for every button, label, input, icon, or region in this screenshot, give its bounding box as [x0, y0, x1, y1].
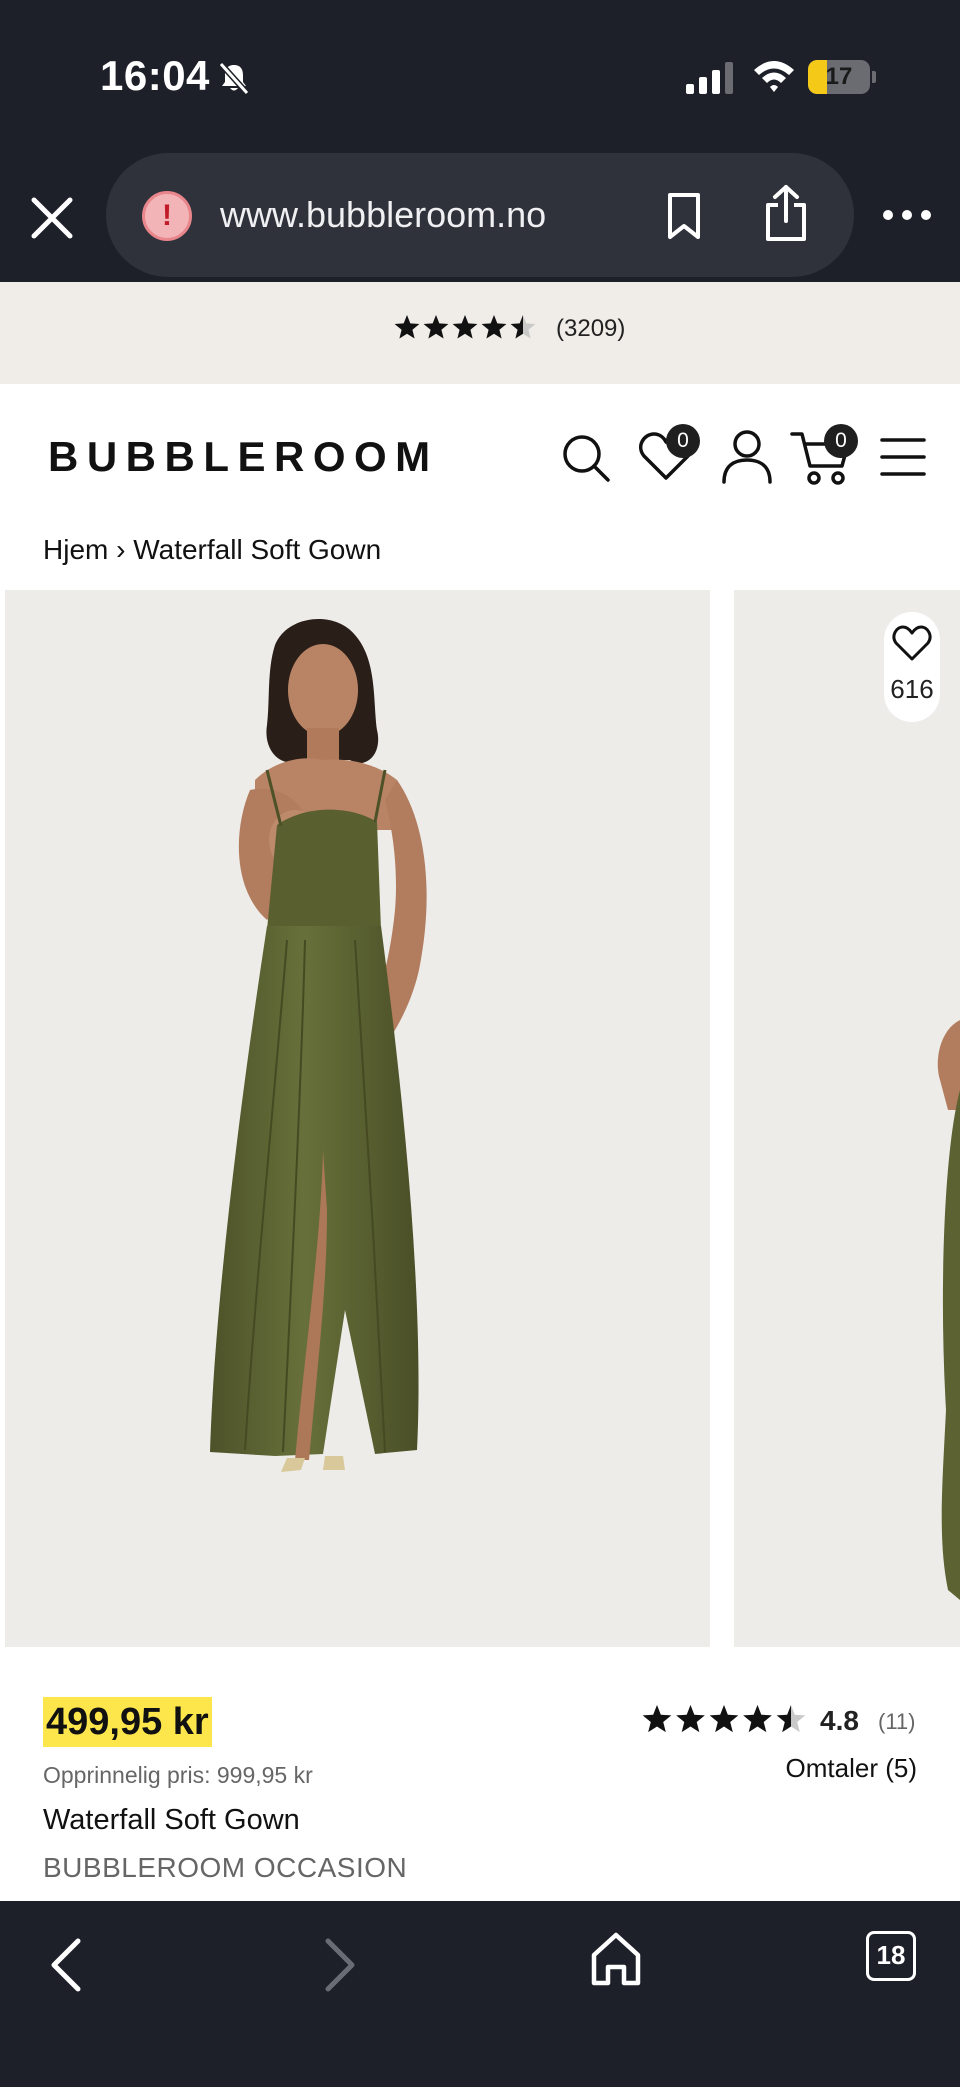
- site-rating-strip[interactable]: (3209): [0, 282, 960, 384]
- product-price: 499,95 kr: [43, 1697, 212, 1747]
- star-icon-fill: [676, 1705, 705, 1733]
- site-logo[interactable]: BUBBLEROOM: [48, 432, 439, 482]
- star-icon-fill: [743, 1705, 772, 1733]
- star-icon-fill: [423, 315, 449, 339]
- close-icon[interactable]: [26, 192, 78, 244]
- url-text[interactable]: www.bubbleroom.no: [220, 191, 546, 239]
- star-icon-fill: [709, 1705, 739, 1733]
- next-image-preview: [937, 1020, 960, 1600]
- wishlist-likes-count: 616: [890, 674, 934, 704]
- more-options-icon[interactable]: [880, 198, 934, 232]
- back-arrow-icon[interactable]: [44, 1933, 88, 1997]
- security-warning-icon[interactable]: !: [142, 191, 192, 241]
- home-icon[interactable]: [588, 1929, 644, 1989]
- image-wishlist-button[interactable]: 616: [884, 612, 940, 722]
- product-image-main[interactable]: [5, 590, 710, 1647]
- breadcrumb-home-link[interactable]: Hjem: [43, 534, 108, 565]
- cart-count-badge: 0: [824, 424, 858, 458]
- bookmark-icon[interactable]: [662, 191, 706, 241]
- status-time: 16:04: [100, 52, 210, 99]
- battery-indicator: 17: [808, 60, 876, 94]
- browser-bottom-toolbar: 18: [0, 1901, 960, 2087]
- bell-slash-icon: [218, 61, 250, 96]
- product-rating-stars[interactable]: [642, 1704, 806, 1738]
- wifi-icon: [754, 61, 794, 92]
- cell-signal-icon: [686, 62, 733, 94]
- product-rating-value: 4.8: [820, 1705, 859, 1736]
- breadcrumb-separator: ›: [116, 534, 126, 565]
- breadcrumb-current: Waterfall Soft Gown: [133, 534, 382, 565]
- reviews-link[interactable]: Omtaler (5): [786, 1752, 917, 1784]
- breadcrumb: Hjem › Waterfall Soft Gown: [43, 532, 381, 568]
- forward-arrow-icon[interactable]: [318, 1933, 362, 1997]
- product-brand[interactable]: BUBBLEROOM OCCASION: [43, 1850, 407, 1886]
- original-price: Opprinnelig pris: 999,95 kr: [43, 1762, 313, 1788]
- product-rating-count: (11): [878, 1709, 916, 1734]
- browser-top-chrome: 16:04 17 ! www.bubbleroom.no: [0, 0, 960, 282]
- user-account-icon[interactable]: [720, 428, 774, 484]
- search-icon[interactable]: [560, 432, 612, 484]
- model-in-dress-illustration: [210, 618, 427, 1472]
- star-icon-fill: [394, 315, 420, 339]
- tabs-button[interactable]: 18: [866, 1931, 916, 1981]
- heart-icon: [892, 625, 932, 661]
- product-image-next[interactable]: [734, 590, 960, 1647]
- star-icon-fill: [481, 315, 507, 339]
- battery-level: 17: [825, 63, 853, 90]
- wishlist-count-badge: 0: [666, 424, 700, 458]
- star-icon-fill: [452, 315, 478, 339]
- product-name: Waterfall Soft Gown: [43, 1804, 300, 1836]
- share-icon[interactable]: [762, 183, 810, 243]
- star-icon-fill: [642, 1705, 672, 1733]
- site-rating-count: (3209): [556, 315, 626, 342]
- site-rating-stars: [394, 315, 536, 339]
- address-bar[interactable]: ! www.bubbleroom.no: [106, 153, 854, 277]
- hamburger-menu-icon[interactable]: [880, 436, 926, 478]
